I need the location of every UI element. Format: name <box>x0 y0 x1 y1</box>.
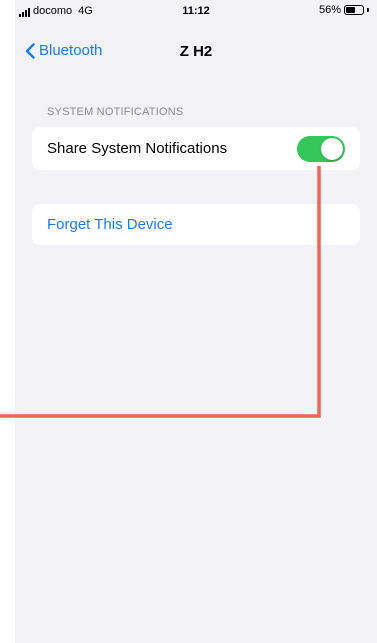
status-bar: docomo 4G 11:12 56% <box>15 0 377 22</box>
forget-device-button[interactable]: Forget This Device <box>47 216 173 233</box>
battery-icon <box>344 5 364 15</box>
battery-fill <box>346 7 355 13</box>
phone-screen: docomo 4G 11:12 56% Bluetooth Z H2 SYSTE… <box>15 0 377 643</box>
navigation-bar: Bluetooth Z H2 <box>15 38 377 68</box>
battery-percent: 56% <box>318 4 341 16</box>
section-header-system-notifications: SYSTEM NOTIFICATIONS <box>47 106 184 118</box>
forget-device-group: Forget This Device <box>32 204 360 245</box>
toggle-knob <box>321 138 343 160</box>
page-title: Z H2 <box>179 43 213 60</box>
share-notifications-toggle[interactable] <box>297 136 345 162</box>
battery-tip <box>367 8 369 12</box>
share-notifications-label: Share System Notifications <box>47 140 228 157</box>
status-right: 56% <box>319 4 369 16</box>
notifications-group: Share System Notifications <box>32 127 360 170</box>
